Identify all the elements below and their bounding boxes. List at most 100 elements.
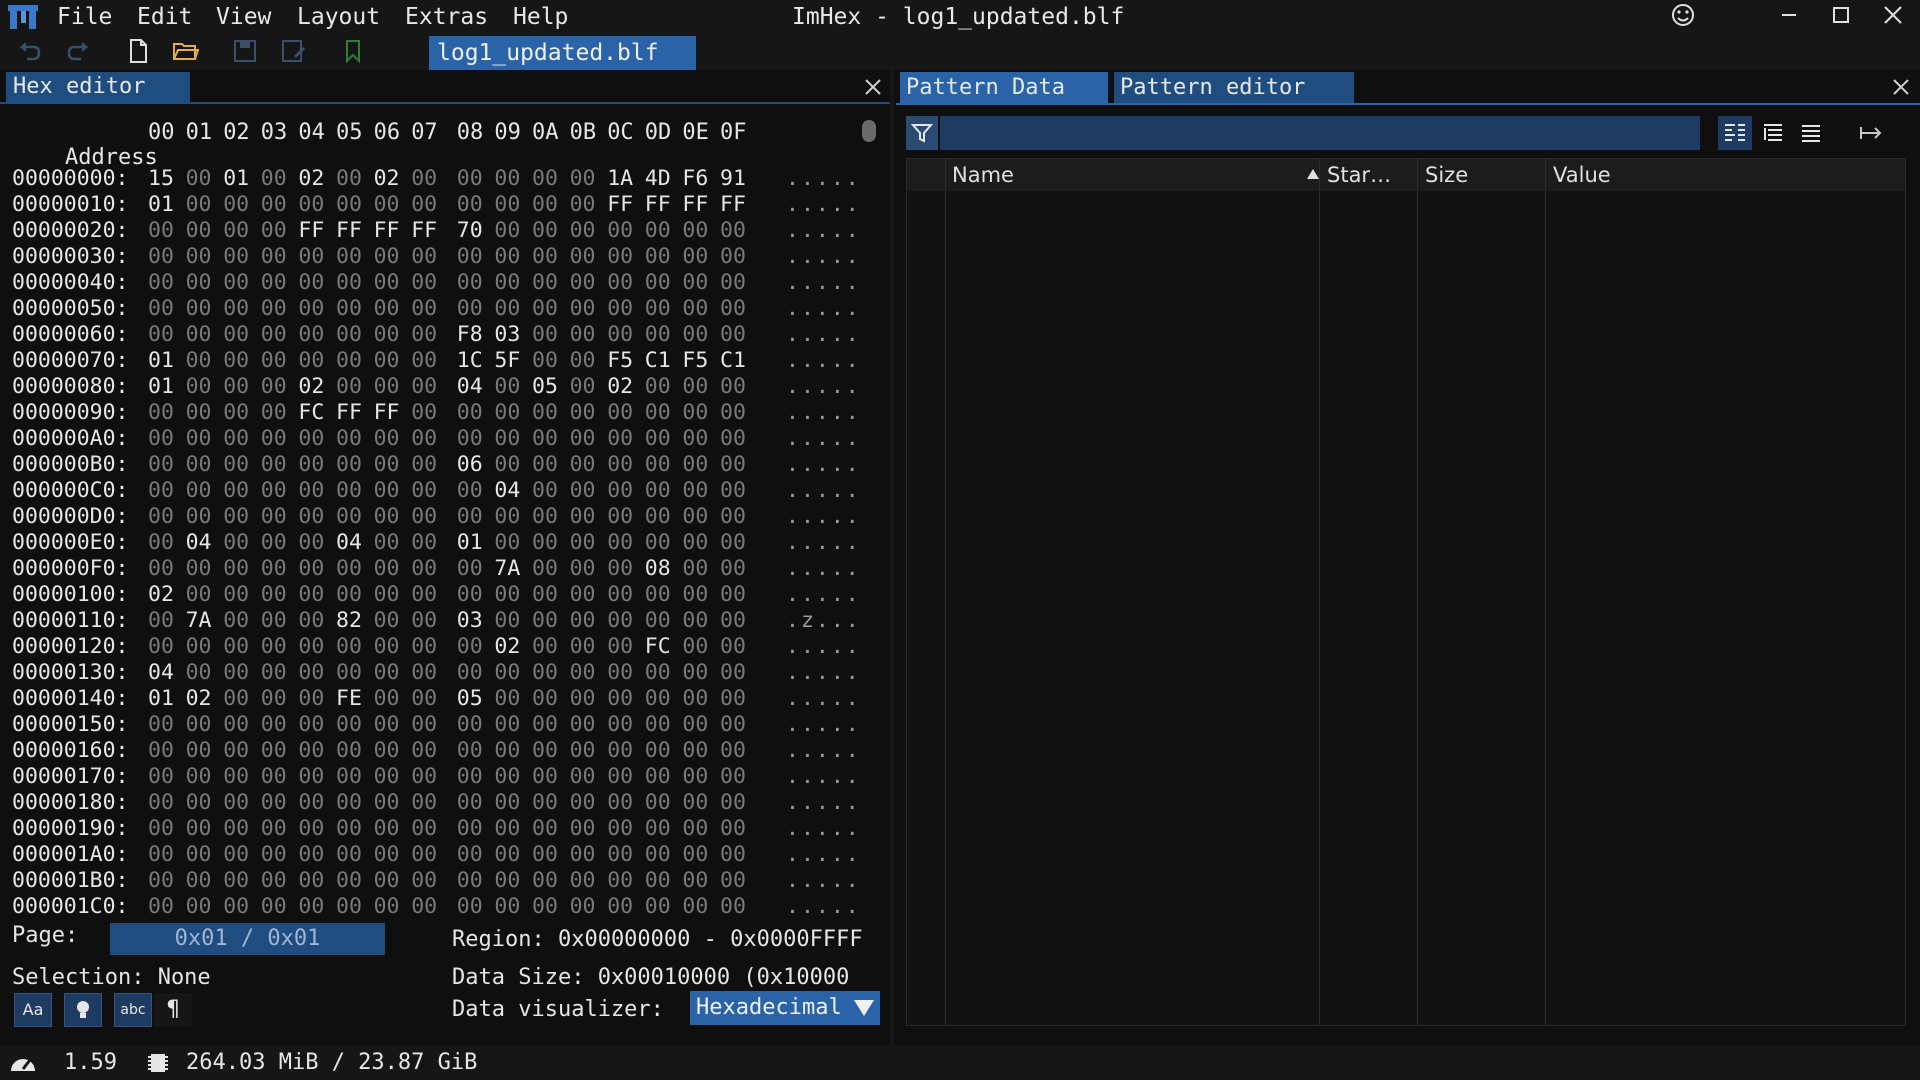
export-button[interactable] [1854,116,1888,150]
hex-byte[interactable]: F5 [682,348,712,374]
hex-byte[interactable]: C1 [720,348,750,374]
hex-rows[interactable]: 00000000: 15 00 01 00 02 00 02 00 00 00 00 00 1A 4D F6 9… [12,166,872,916]
hex-byte[interactable]: 00 [682,426,712,452]
hex-byte[interactable]: 00 [186,712,216,738]
hex-row[interactable]: 00000000: 15 00 01 00 02 00 02 00 00 00 00 00 1A 4D F6 9… [12,166,872,192]
column-size[interactable]: Size [1425,159,1468,191]
hex-byte[interactable]: 00 [261,582,291,608]
pattern-table[interactable]: Name Star… Size Value [906,158,1906,1026]
column-start[interactable]: Star… [1327,159,1391,191]
hex-byte[interactable]: 00 [148,322,178,348]
hex-byte[interactable]: 00 [645,608,675,634]
minimize-icon[interactable] [1769,0,1809,32]
hex-byte[interactable]: 00 [148,556,178,582]
hex-byte[interactable]: 00 [645,374,675,400]
hex-byte[interactable]: 00 [411,816,441,842]
hex-byte[interactable]: 00 [570,504,600,530]
hex-byte[interactable]: 00 [336,582,366,608]
ascii-column[interactable]: ..... [786,244,861,270]
tab-pattern-editor[interactable]: Pattern editor [1114,72,1354,104]
hex-byte[interactable]: 15 [148,166,178,192]
hex-byte[interactable]: 00 [411,374,441,400]
ascii-column[interactable]: ..... [786,790,861,816]
hex-byte[interactable]: 00 [532,504,562,530]
hex-byte[interactable]: 00 [411,452,441,478]
hex-byte[interactable]: 00 [298,738,328,764]
hex-byte[interactable]: 00 [494,426,524,452]
hex-byte[interactable]: 00 [570,556,600,582]
hex-byte[interactable]: 00 [261,296,291,322]
hex-byte[interactable]: 00 [720,296,750,322]
hex-byte[interactable]: 00 [374,556,404,582]
hex-byte[interactable]: 00 [411,296,441,322]
hex-byte[interactable]: 00 [645,712,675,738]
hex-byte[interactable]: 00 [720,894,750,916]
hex-byte[interactable]: 00 [532,218,562,244]
filter-input[interactable] [940,116,1700,150]
hex-row[interactable]: 00000180: 00 00 00 00 00 00 00 00 00 00 00 00 00 00 00 0… [12,790,872,816]
hex-byte[interactable]: 00 [261,894,291,916]
hex-byte[interactable]: 00 [261,192,291,218]
hex-byte[interactable]: 00 [570,738,600,764]
hex-byte[interactable]: 00 [457,738,487,764]
ascii-column[interactable]: .z... [786,608,861,634]
hex-byte[interactable]: 00 [570,686,600,712]
hex-byte[interactable]: 00 [374,530,404,556]
hex-byte[interactable]: 00 [148,426,178,452]
hex-byte[interactable]: 00 [532,556,562,582]
hex-byte[interactable]: 00 [336,452,366,478]
hex-byte[interactable]: 70 [457,218,487,244]
hex-byte[interactable]: 00 [261,530,291,556]
hex-byte[interactable]: 00 [682,582,712,608]
page-field[interactable]: 0x01 / 0x01 [110,923,385,955]
hex-byte[interactable]: 00 [374,816,404,842]
hex-byte[interactable]: 02 [186,686,216,712]
hex-byte[interactable]: 00 [223,582,253,608]
sort-ascending-icon[interactable] [1307,169,1319,179]
hex-byte[interactable]: 00 [411,764,441,790]
hex-byte[interactable]: 04 [186,530,216,556]
hex-byte[interactable]: 00 [223,764,253,790]
hex-byte[interactable]: 00 [607,868,637,894]
hex-byte[interactable]: 00 [148,790,178,816]
hex-byte[interactable]: 00 [148,296,178,322]
hex-byte[interactable]: 00 [682,504,712,530]
hex-byte[interactable]: 00 [720,478,750,504]
hex-byte[interactable]: 00 [570,764,600,790]
hex-byte[interactable]: 00 [532,764,562,790]
hex-byte[interactable]: 00 [532,478,562,504]
hex-byte[interactable]: 00 [532,166,562,192]
hex-byte[interactable]: 00 [494,608,524,634]
hex-byte[interactable]: 00 [374,374,404,400]
hex-byte[interactable]: 00 [336,634,366,660]
hex-byte[interactable]: 00 [720,530,750,556]
hex-byte[interactable]: 00 [223,556,253,582]
visualizer-select[interactable]: Hexadecimal [690,991,880,1025]
hex-byte[interactable]: 00 [223,608,253,634]
hex-byte[interactable]: 00 [532,790,562,816]
hex-byte[interactable]: 00 [261,166,291,192]
hex-row[interactable]: 000000A0: 00 00 00 00 00 00 00 00 00 00 00 00 00 00 00 0… [12,426,872,452]
hex-byte[interactable]: 00 [457,816,487,842]
hex-byte[interactable]: 00 [607,556,637,582]
hex-byte[interactable]: 00 [298,868,328,894]
hex-byte[interactable]: 00 [607,400,637,426]
ascii-column[interactable]: ..... [786,166,861,192]
hex-byte[interactable]: 00 [494,842,524,868]
hex-byte[interactable]: 00 [720,374,750,400]
hex-byte[interactable]: 00 [261,686,291,712]
ascii-column[interactable]: ..... [786,478,861,504]
hex-byte[interactable]: 00 [186,218,216,244]
hex-byte[interactable]: 00 [494,504,524,530]
hex-byte[interactable]: 00 [494,400,524,426]
hex-byte[interactable]: 00 [298,608,328,634]
hex-byte[interactable]: FF [682,192,712,218]
hex-byte[interactable]: 00 [223,686,253,712]
hex-byte[interactable]: 00 [457,790,487,816]
hex-byte[interactable]: 00 [374,764,404,790]
ascii-column[interactable]: ..... [786,868,861,894]
hex-byte[interactable]: 00 [570,582,600,608]
hex-row[interactable]: 00000140: 01 02 00 00 00 FE 00 00 05 00 00 00 00 00 00 0… [12,686,872,712]
hex-byte[interactable]: 00 [336,504,366,530]
hex-byte[interactable]: 00 [411,686,441,712]
